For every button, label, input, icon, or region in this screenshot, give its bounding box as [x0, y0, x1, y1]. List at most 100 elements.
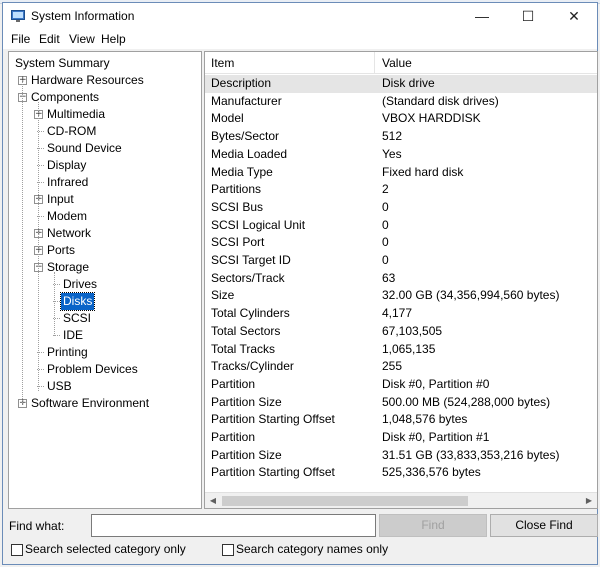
value-cell: 31.51 GB (33,833,353,216 bytes)	[382, 447, 560, 462]
tree-item-drives[interactable]: Drives	[61, 276, 99, 293]
list-row[interactable]: Bytes/Sector 512	[205, 128, 597, 146]
list-row[interactable]: Model VBOX HARDDISK	[205, 110, 597, 128]
tree-item-system-summary[interactable]: System Summary	[13, 55, 112, 72]
value-cell: 255	[382, 359, 403, 374]
scrollbar-thumb[interactable]	[222, 496, 468, 506]
list-row[interactable]: Description Disk drive	[205, 75, 597, 93]
list-row[interactable]: Manufacturer (Standard disk drives)	[205, 93, 597, 111]
value-cell: VBOX HARDDISK	[382, 111, 481, 126]
item-cell: Total Sectors	[211, 323, 281, 338]
list-row[interactable]: Size 32.00 GB (34,356,994,560 bytes)	[205, 287, 597, 305]
item-cell: Manufacturer	[211, 93, 282, 108]
title-bar[interactable]: System Information — ☐ ✕	[3, 3, 597, 29]
list-row[interactable]: Partition Disk #0, Partition #1	[205, 429, 597, 447]
search-selected-category-checkbox[interactable]	[11, 544, 23, 556]
menu-view[interactable]: View	[69, 32, 95, 46]
value-cell: Fixed hard disk	[382, 164, 464, 179]
item-cell: Description	[211, 76, 272, 90]
item-cell: Sectors/Track	[211, 270, 285, 285]
list-row[interactable]: Partition Starting Offset 1,048,576 bytes	[205, 411, 597, 429]
menu-help[interactable]: Help	[101, 32, 126, 46]
list-row[interactable]: Total Sectors 67,103,505	[205, 323, 597, 341]
tree-item-sound-device[interactable]: Sound Device	[45, 140, 124, 157]
tree-item-multimedia[interactable]: Multimedia	[45, 106, 107, 123]
item-cell: Partition	[211, 376, 256, 391]
item-cell: Total Cylinders	[211, 306, 290, 321]
tree-item-ide[interactable]: IDE	[61, 327, 85, 344]
value-cell: Disk #0, Partition #1	[382, 430, 490, 444]
scroll-right-icon[interactable]: ▶	[581, 493, 597, 508]
find-what-label: Find what:	[9, 519, 65, 533]
list-row[interactable]: Partition Disk #0, Partition #0	[205, 376, 597, 394]
item-cell: Partition Size	[211, 394, 282, 409]
value-cell: 0	[382, 235, 389, 250]
item-cell: SCSI Port	[211, 235, 265, 250]
tree-item-printing[interactable]: Printing	[45, 344, 90, 361]
list-row[interactable]: Partition Size 31.51 GB (33,833,353,216 b…	[205, 447, 597, 465]
list-row[interactable]: Total Tracks 1,065,135	[205, 341, 597, 359]
scroll-left-icon[interactable]: ◀	[205, 493, 221, 508]
tree-item-storage[interactable]: Storage	[45, 259, 91, 276]
list-header: Item Value	[205, 52, 597, 74]
maximize-button[interactable]: ☐	[505, 3, 551, 29]
tree-item-infrared[interactable]: Infrared	[45, 174, 90, 191]
value-cell: 2	[382, 182, 389, 197]
menu-file[interactable]: File	[11, 32, 30, 46]
find-button[interactable]: Find	[379, 514, 487, 537]
search-category-names-checkbox[interactable]	[222, 544, 234, 556]
tree-item-modem[interactable]: Modem	[45, 208, 89, 225]
search-selected-category-label: Search selected category only	[25, 542, 186, 556]
list-row[interactable]: SCSI Bus 0	[205, 199, 597, 217]
item-cell: SCSI Bus	[211, 199, 264, 214]
item-cell: SCSI Logical Unit	[211, 217, 306, 232]
horizontal-scrollbar[interactable]: ◀ ▶	[205, 492, 597, 508]
tree-item-ports[interactable]: Ports	[45, 242, 77, 259]
list-row[interactable]: SCSI Port 0	[205, 234, 597, 252]
window-title: System Information	[31, 9, 135, 23]
value-cell: Yes	[382, 146, 402, 161]
list-row[interactable]: SCSI Target ID 0	[205, 252, 597, 270]
tree-connector-line	[22, 80, 23, 403]
tree-item-disks[interactable]: Disks	[59, 292, 96, 311]
system-information-window: System Information — ☐ ✕ File Edit View …	[2, 2, 598, 565]
item-cell: Media Loaded	[211, 146, 288, 161]
list-row[interactable]: SCSI Logical Unit 0	[205, 217, 597, 235]
value-cell: (Standard disk drives)	[382, 93, 499, 108]
list-row[interactable]: Partition Starting Offset 525,336,576 byt…	[205, 464, 597, 482]
list-row[interactable]: Partitions 2	[205, 181, 597, 199]
list-row[interactable]: Partition Size 500.00 MB (524,288,000 byt…	[205, 394, 597, 412]
tree-item-hardware-resources[interactable]: Hardware Resources	[29, 72, 146, 89]
tree-item-software-environment[interactable]: Software Environment	[29, 395, 151, 412]
value-cell: 67,103,505	[382, 323, 443, 338]
close-window-button[interactable]: ✕	[551, 3, 597, 29]
list-row[interactable]: Media Type Fixed hard disk	[205, 164, 597, 182]
value-cell: 0	[382, 253, 389, 267]
list-row[interactable]: Total Cylinders 4,177	[205, 305, 597, 323]
list-row[interactable]: Media Loaded Yes	[205, 146, 597, 164]
item-cell: Tracks/Cylinder	[211, 359, 294, 374]
value-cell: 32.00 GB (34,356,994,560 bytes)	[382, 288, 560, 303]
menu-edit[interactable]: Edit	[39, 32, 60, 46]
item-cell: Partitions	[211, 182, 262, 197]
tree-item-usb[interactable]: USB	[45, 378, 74, 395]
tree-item-cd-rom[interactable]: CD-ROM	[45, 123, 98, 140]
item-cell: Partition	[211, 430, 256, 444]
tree-item-components[interactable]: Components	[29, 89, 101, 106]
details-list[interactable]: Item Value Description Disk drive Manufact…	[204, 51, 598, 509]
item-cell: Media Type	[211, 164, 273, 179]
column-header-item[interactable]: Item	[205, 52, 375, 74]
tree-item-problem-devices[interactable]: Problem Devices	[45, 361, 140, 378]
tree-item-network[interactable]: Network	[45, 225, 93, 242]
column-header-value[interactable]: Value	[376, 52, 597, 74]
tree-item-input[interactable]: Input	[45, 191, 76, 208]
category-tree[interactable]: System Summary + Hardware Resources − Compon…	[8, 51, 202, 509]
find-input[interactable]	[91, 514, 376, 537]
minimize-button[interactable]: —	[459, 3, 505, 29]
list-row[interactable]: Sectors/Track 63	[205, 270, 597, 288]
value-cell: 1,048,576 bytes	[382, 412, 468, 427]
value-cell: Disk drive	[382, 76, 435, 90]
tree-item-display[interactable]: Display	[45, 157, 88, 174]
list-row[interactable]: Tracks/Cylinder 255	[205, 358, 597, 376]
close-find-button[interactable]: Close Find	[490, 514, 598, 537]
tree-item-scsi[interactable]: SCSI	[61, 310, 93, 327]
